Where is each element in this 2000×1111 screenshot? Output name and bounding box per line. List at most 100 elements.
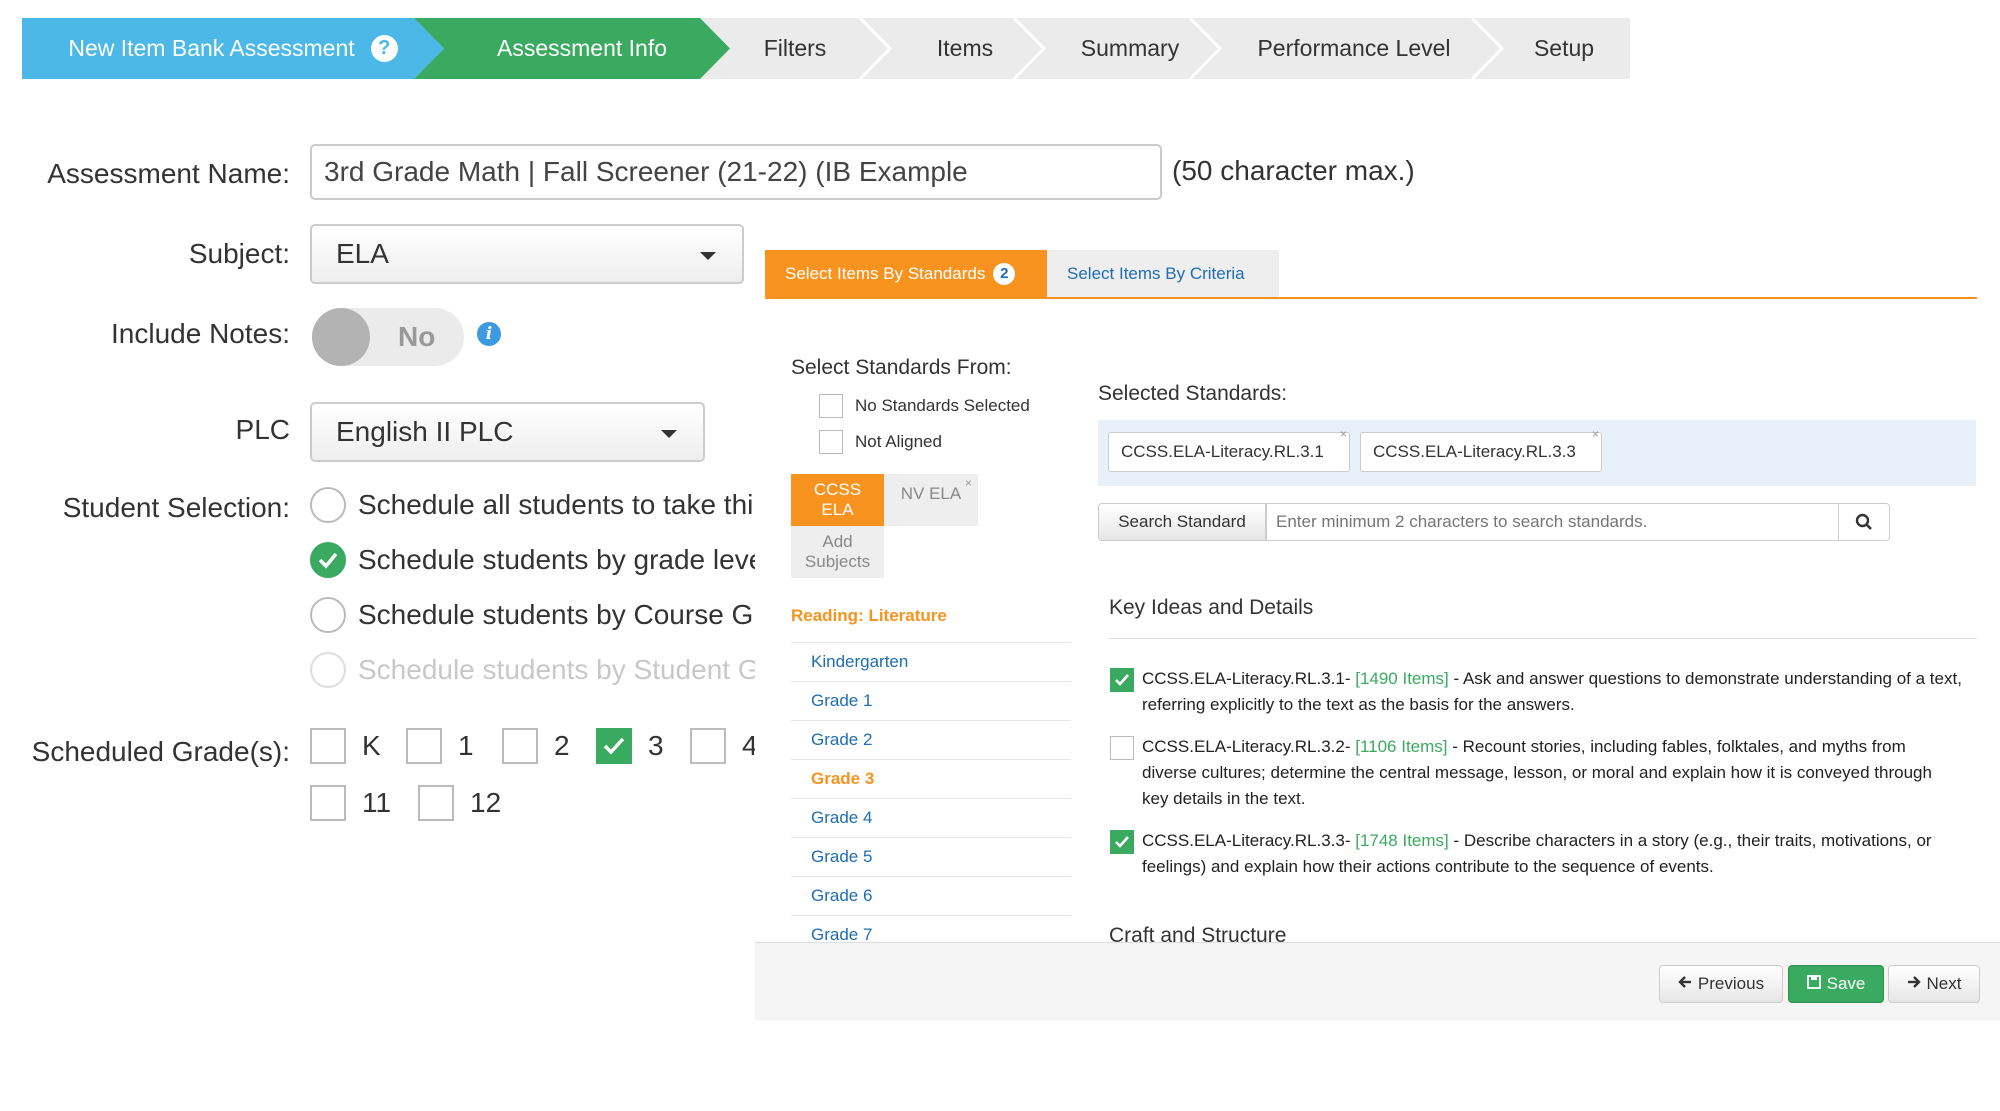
grade-checkbox-k[interactable]: K <box>310 728 381 764</box>
checkbox[interactable] <box>819 430 843 454</box>
standard-row: CCSS.ELA-Literacy.RL.3.2- [1106 Items] -… <box>1110 734 1962 812</box>
student-selection-label: Student Selection: <box>62 492 290 523</box>
step-assessment-info[interactable]: Assessment Info <box>414 18 730 79</box>
save-button[interactable]: Save <box>1788 965 1884 1003</box>
grade-link-2[interactable]: Grade 2 <box>791 720 1071 759</box>
info-icon[interactable]: i <box>477 322 501 346</box>
step-setup[interactable]: Setup <box>1498 18 1630 79</box>
arrow-right-icon <box>1907 974 1921 994</box>
checkbox[interactable] <box>310 728 346 764</box>
category-heading: Reading: Literature <box>791 606 947 625</box>
checkbox-checked-icon[interactable] <box>1110 830 1134 854</box>
grade-list: Kindergarten Grade 1 Grade 2 Grade 3 Gra… <box>791 642 1071 954</box>
character-max-note: (50 character max.) <box>1172 155 1415 186</box>
checkbox[interactable] <box>406 728 442 764</box>
no-standards-checkbox[interactable]: No Standards Selected <box>819 394 1030 418</box>
radio-checked-icon[interactable] <box>310 542 346 578</box>
student-option-label: Schedule all students to take thi <box>358 489 754 520</box>
grade-label: 12 <box>470 787 502 818</box>
step-label: Filters <box>763 35 827 61</box>
not-aligned-checkbox[interactable]: Not Aligned <box>819 430 942 454</box>
student-option-all[interactable]: Schedule all students to take thi <box>310 487 753 523</box>
tab-label: Select Items By Standards <box>785 263 986 283</box>
grade-checkbox-3[interactable]: 3 <box>596 728 664 764</box>
checkbox[interactable] <box>1110 736 1134 760</box>
grade-checkbox-1[interactable]: 1 <box>406 728 474 764</box>
help-icon[interactable]: ? <box>371 35 398 62</box>
selected-chip[interactable]: CCSS.ELA-Literacy.RL.3.3 × <box>1360 427 1602 472</box>
grade-link-4[interactable]: Grade 4 <box>791 798 1071 837</box>
assessment-name-input[interactable] <box>310 144 1162 200</box>
add-subjects-button[interactable]: Add Subjects <box>791 526 884 578</box>
step-performance-level[interactable]: Performance Level <box>1218 18 1490 79</box>
grade-link-kindergarten[interactable]: Kindergarten <box>791 642 1071 681</box>
grade-link-6[interactable]: Grade 6 <box>791 876 1071 915</box>
next-button[interactable]: Next <box>1888 965 1980 1003</box>
grade-checkbox-12[interactable]: 12 <box>418 785 501 821</box>
grade-checkbox-4[interactable]: 4 <box>690 728 758 764</box>
step-label: Performance Level <box>1257 35 1451 61</box>
grade-link-3[interactable]: Grade 3 <box>791 759 1071 798</box>
grade-checkbox-11[interactable]: 11 <box>310 785 391 821</box>
step-new-item-bank-assessment[interactable]: New Item Bank Assessment ? <box>22 18 444 79</box>
checkbox[interactable] <box>310 785 346 821</box>
scheduled-grades-label: Scheduled Grade(s): <box>31 736 290 767</box>
checkbox-label: Not Aligned <box>855 432 942 451</box>
arrow-left-icon <box>1678 974 1692 994</box>
standards-panel: Select Items By Standards 2 Select Items… <box>755 232 2000 1020</box>
remove-chip-icon[interactable]: × <box>1592 427 1599 441</box>
grade-checkbox-2[interactable]: 2 <box>502 728 570 764</box>
remove-chip-icon[interactable]: × <box>1340 427 1347 441</box>
caret-down-icon <box>700 252 716 260</box>
subject-label: Subject: <box>188 238 290 269</box>
include-notes-toggle[interactable]: No <box>312 308 464 366</box>
tab-select-by-criteria[interactable]: Select Items By Criteria <box>1047 250 1279 297</box>
count-badge: 2 <box>993 262 1016 285</box>
checkbox-checked-icon[interactable] <box>1110 668 1134 692</box>
tab-select-by-standards[interactable]: Select Items By Standards 2 <box>765 250 1047 297</box>
search-standard-button[interactable]: Search Standard <box>1098 503 1266 541</box>
subject-tab-ccss-ela[interactable]: CCSS ELA <box>791 474 884 526</box>
radio-button[interactable] <box>310 597 346 633</box>
remove-subject-icon[interactable]: × <box>965 476 972 490</box>
standard-row: CCSS.ELA-Literacy.RL.3.1- [1490 Items] -… <box>1110 666 1962 718</box>
previous-button[interactable]: Previous <box>1659 965 1783 1003</box>
subject-tab-label: NV ELA <box>900 484 962 503</box>
save-icon <box>1806 974 1821 994</box>
tab-label: Select Items By Criteria <box>1067 263 1245 283</box>
step-label: New Item Bank Assessment <box>68 35 355 61</box>
subject-select[interactable]: ELA <box>310 224 744 284</box>
student-option-student-group: Schedule students by Student G <box>310 652 760 688</box>
caret-down-icon <box>661 430 677 438</box>
student-option-course-group[interactable]: Schedule students by Course Gr <box>310 597 763 633</box>
checkbox-checked-icon[interactable] <box>596 728 632 764</box>
grade-label: 3 <box>648 730 664 761</box>
chip-label: CCSS.ELA-Literacy.RL.3.3 <box>1373 442 1576 461</box>
checkbox[interactable] <box>418 785 454 821</box>
toggle-knob <box>312 308 370 366</box>
checkbox[interactable] <box>690 728 726 764</box>
checkbox[interactable] <box>502 728 538 764</box>
chip-label: CCSS.ELA-Literacy.RL.3.1 <box>1121 442 1324 461</box>
grade-link-1[interactable]: Grade 1 <box>791 681 1071 720</box>
plc-select[interactable]: English II PLC <box>310 402 705 462</box>
grade-link-5[interactable]: Grade 5 <box>791 837 1071 876</box>
items-count: [1490 Items] <box>1355 669 1449 688</box>
search-standard-input[interactable] <box>1266 503 1839 541</box>
subject-tab-nv-ela[interactable]: NV ELA <box>884 474 978 526</box>
assessment-name-label: Assessment Name: <box>47 158 290 189</box>
selected-standards-box: CCSS.ELA-Literacy.RL.3.1 × CCSS.ELA-Lite… <box>1098 420 1976 486</box>
selected-chip[interactable]: CCSS.ELA-Literacy.RL.3.1 × <box>1108 427 1350 472</box>
student-option-grade-level[interactable]: Schedule students by grade leve <box>310 542 764 578</box>
save-label: Save <box>1826 974 1866 993</box>
step-label: Summary <box>1080 35 1180 61</box>
checkbox[interactable] <box>819 394 843 418</box>
radio-button <box>310 652 346 688</box>
plc-value: English II PLC <box>336 416 514 447</box>
radio-button[interactable] <box>310 487 346 523</box>
include-notes-label: Include Notes: <box>111 318 290 349</box>
search-icon[interactable] <box>1838 503 1890 541</box>
student-option-label: Schedule students by Course Gr <box>358 599 763 630</box>
next-label: Next <box>1926 974 1962 993</box>
panel-footer: Previous Save Next <box>755 942 2000 1021</box>
